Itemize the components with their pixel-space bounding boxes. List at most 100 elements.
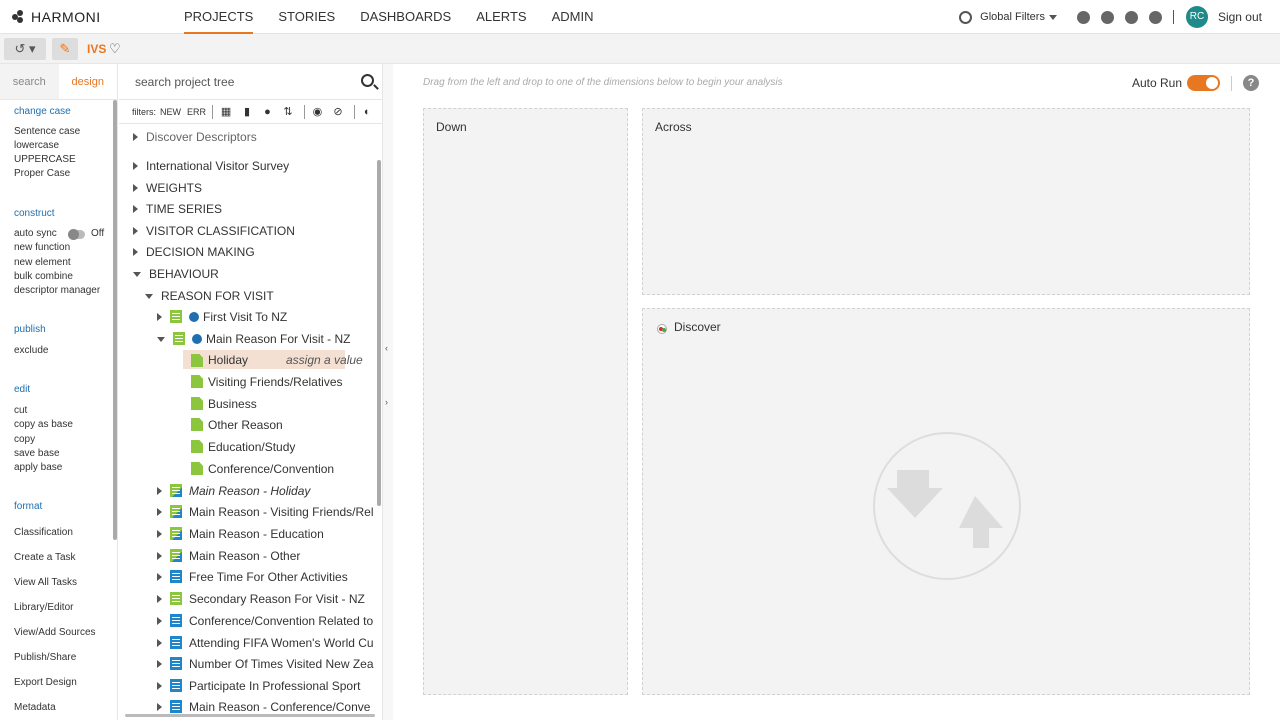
menu-sentence-case[interactable]: Sentence case bbox=[14, 126, 80, 137]
menu-bulk-combine[interactable]: bulk combine bbox=[14, 271, 73, 282]
menu-save-base[interactable]: save base bbox=[14, 448, 60, 459]
caret-right-icon[interactable] bbox=[157, 312, 162, 321]
tree-node[interactable]: Conference/Convention Related to bbox=[157, 610, 373, 631]
caret-right-icon[interactable] bbox=[157, 616, 162, 625]
menu-library-editor[interactable]: Library/Editor bbox=[14, 602, 73, 613]
heart-icon[interactable]: ♡ bbox=[109, 41, 121, 57]
nav-stories[interactable]: STORIES bbox=[278, 0, 335, 34]
tree-node[interactable]: Other Reason bbox=[191, 414, 283, 435]
expand-right-icon[interactable]: › bbox=[385, 397, 388, 407]
global-filters-button[interactable]: Global Filters bbox=[980, 11, 1045, 23]
tree-node[interactable]: Main Reason For Visit - NZ bbox=[157, 328, 351, 349]
tree-node[interactable]: REASON FOR VISIT bbox=[145, 285, 274, 306]
caret-down-icon[interactable] bbox=[145, 294, 153, 299]
brand-logo[interactable]: HARMONI bbox=[12, 9, 101, 25]
help-icon[interactable] bbox=[1148, 10, 1162, 24]
tree-node[interactable]: Main Reason - Education bbox=[157, 523, 324, 544]
eye-icon[interactable] bbox=[1076, 10, 1090, 24]
across-dropzone[interactable]: Across bbox=[642, 108, 1250, 295]
caret-right-icon[interactable] bbox=[133, 247, 138, 256]
tree-search-input[interactable] bbox=[135, 72, 355, 92]
tree-scrollbar[interactable] bbox=[377, 160, 381, 506]
collapse-left-icon[interactable]: ‹ bbox=[385, 343, 388, 353]
tree-node[interactable]: Secondary Reason For Visit - NZ bbox=[157, 588, 365, 609]
auto-sync-toggle[interactable] bbox=[68, 229, 85, 240]
filter-new-button[interactable]: NEW bbox=[160, 107, 181, 117]
tree-node[interactable]: Conference/Convention bbox=[191, 458, 334, 479]
search-icon[interactable] bbox=[361, 74, 374, 87]
tree-node[interactable]: Discover Descriptors bbox=[133, 126, 257, 147]
tree-node[interactable]: Main Reason - Holiday bbox=[157, 480, 310, 501]
menu-descriptor-manager[interactable]: descriptor manager bbox=[14, 285, 100, 296]
sort-icon[interactable]: ⇅ bbox=[283, 106, 293, 118]
menu-view-all-tasks[interactable]: View All Tasks bbox=[14, 577, 77, 588]
menu-publish-share[interactable]: Publish/Share bbox=[14, 652, 76, 663]
brain-icon[interactable] bbox=[1100, 10, 1114, 24]
info-icon[interactable] bbox=[189, 311, 199, 322]
caret-right-icon[interactable] bbox=[157, 507, 162, 516]
tab-search[interactable]: search bbox=[0, 64, 59, 99]
tab-design[interactable]: design bbox=[58, 64, 117, 99]
tree-node[interactable]: Education/Study bbox=[191, 436, 295, 457]
edit-button[interactable]: ✎ bbox=[52, 38, 78, 60]
tree-node[interactable]: BEHAVIOUR bbox=[133, 263, 219, 284]
tree-horizontal-scrollbar[interactable] bbox=[125, 714, 375, 717]
caret-right-icon[interactable] bbox=[157, 551, 162, 560]
caret-right-icon[interactable] bbox=[133, 226, 138, 235]
tree-node[interactable]: Number Of Times Visited New Zea bbox=[157, 653, 374, 674]
menu-copy-as-base[interactable]: copy as base bbox=[14, 419, 73, 430]
caret-right-icon[interactable] bbox=[133, 183, 138, 192]
menu-new-function[interactable]: new function bbox=[14, 242, 70, 253]
menu-create-task[interactable]: Create a Task bbox=[14, 552, 76, 563]
menu-lowercase[interactable]: lowercase bbox=[14, 140, 59, 151]
caret-right-icon[interactable] bbox=[133, 204, 138, 213]
caret-right-icon[interactable] bbox=[157, 702, 162, 711]
menu-apply-base[interactable]: apply base bbox=[14, 462, 62, 473]
filter-err-button[interactable]: ERR bbox=[187, 107, 206, 117]
avatar[interactable]: RC bbox=[1185, 6, 1208, 28]
nav-projects[interactable]: PROJECTS bbox=[184, 0, 254, 34]
menu-proper-case[interactable]: Proper Case bbox=[14, 168, 70, 179]
contrast-icon[interactable] bbox=[1124, 10, 1138, 24]
history-button[interactable]: ↺ ▾ bbox=[4, 38, 46, 60]
nav-admin[interactable]: ADMIN bbox=[552, 0, 594, 34]
caret-right-icon[interactable] bbox=[157, 681, 162, 690]
discover-dropzone[interactable]: Discover bbox=[642, 308, 1250, 695]
tree-node[interactable]: VISITOR CLASSIFICATION bbox=[133, 220, 295, 241]
assign-value-link[interactable]: assign a value bbox=[286, 353, 363, 367]
caret-right-icon[interactable] bbox=[133, 132, 138, 141]
caret-right-icon[interactable] bbox=[157, 594, 162, 603]
tree-node[interactable]: Business bbox=[191, 393, 257, 414]
caret-right-icon[interactable] bbox=[157, 638, 162, 647]
menu-view-add-sources[interactable]: View/Add Sources bbox=[14, 627, 96, 638]
tree-node[interactable]: First Visit To NZ bbox=[157, 306, 287, 327]
menu-new-element[interactable]: new element bbox=[14, 257, 71, 268]
tree-node[interactable]: International Visitor Survey bbox=[133, 155, 289, 176]
menu-export-design[interactable]: Export Design bbox=[14, 677, 77, 688]
globe-icon[interactable] bbox=[959, 10, 973, 24]
caret-right-icon[interactable] bbox=[157, 659, 162, 668]
menu-exclude[interactable]: exclude bbox=[14, 345, 48, 356]
tree-node-selected[interactable]: Holiday assign a value bbox=[119, 350, 382, 371]
info-icon[interactable] bbox=[192, 333, 202, 344]
caret-right-icon[interactable] bbox=[157, 572, 162, 581]
chevron-down-icon[interactable] bbox=[1048, 14, 1057, 20]
tree-node[interactable]: DECISION MAKING bbox=[133, 241, 255, 262]
grid-icon[interactable]: ▦ bbox=[221, 106, 231, 118]
caret-right-icon[interactable] bbox=[157, 486, 162, 495]
nav-alerts[interactable]: ALERTS bbox=[476, 0, 526, 34]
menu-copy[interactable]: copy bbox=[14, 434, 35, 445]
tree-node[interactable]: WEIGHTS bbox=[133, 177, 202, 198]
help-icon[interactable]: ? bbox=[1243, 75, 1259, 91]
tree-node[interactable]: Main Reason - Other bbox=[157, 545, 300, 566]
tree-node[interactable]: Free Time For Other Activities bbox=[157, 566, 348, 587]
compare-icon[interactable]: ◐ bbox=[363, 106, 373, 118]
eye-icon[interactable]: ◉ bbox=[313, 106, 323, 118]
nav-dashboards[interactable]: DASHBOARDS bbox=[360, 0, 451, 34]
tree-node[interactable]: Visiting Friends/Relatives bbox=[191, 371, 343, 392]
tree-node[interactable]: Main Reason - Visiting Friends/Rel bbox=[157, 501, 374, 522]
caret-down-icon[interactable] bbox=[133, 272, 141, 277]
caret-right-icon[interactable] bbox=[157, 529, 162, 538]
sign-out-link[interactable]: Sign out bbox=[1218, 10, 1262, 24]
map-pin-icon[interactable]: ● bbox=[263, 106, 273, 118]
